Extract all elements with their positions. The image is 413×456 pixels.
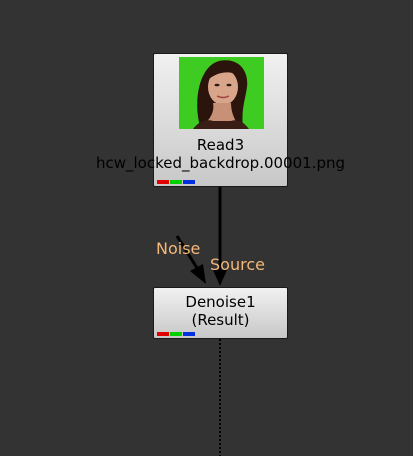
read3-filename: hcw_locked_backdrop.00001.png — [95, 154, 346, 172]
blue-channel-swatch — [183, 180, 195, 184]
read3-channel-swatches — [157, 180, 195, 184]
denoise1-channel-swatches — [157, 332, 195, 336]
portrait-thumbnail-image — [179, 57, 264, 129]
denoise1-node-title: Denoise1 — [185, 293, 256, 311]
red-channel-swatch — [157, 180, 169, 184]
blue-channel-swatch — [183, 332, 195, 336]
source-input-label[interactable]: Source — [210, 256, 265, 274]
noise-arrowhead — [190, 264, 206, 284]
read3-node[interactable]: Read3 hcw_locked_backdrop.00001.png — [96, 53, 345, 187]
read3-thumbnail — [179, 57, 264, 129]
green-channel-swatch — [170, 332, 182, 336]
denoise1-node-subtitle: (Result) — [191, 311, 250, 329]
green-channel-swatch — [170, 180, 182, 184]
red-channel-swatch — [157, 332, 169, 336]
denoise1-node[interactable]: Denoise1 (Result) — [153, 287, 288, 339]
noise-input-label[interactable]: Noise — [156, 240, 200, 258]
read3-node-title: Read3 — [196, 136, 245, 154]
